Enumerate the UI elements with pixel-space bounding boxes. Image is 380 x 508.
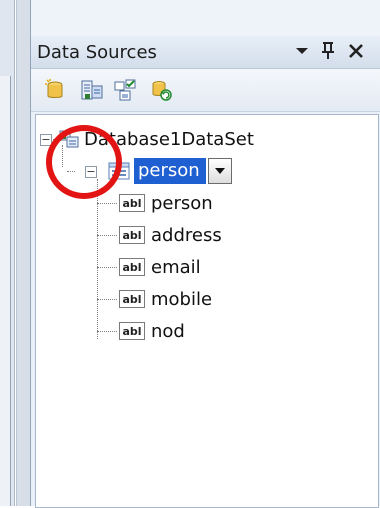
panel-toolbar <box>31 69 380 112</box>
textbox-icon: abl <box>119 322 145 340</box>
textbox-icon: abl <box>119 258 145 276</box>
edit-dataset-designer-icon[interactable] <box>79 78 103 102</box>
add-data-source-icon[interactable] <box>43 78 67 102</box>
data-sources-tree[interactable]: − Database1DataSet − person abl person a… <box>35 114 379 508</box>
panel-header-space <box>31 0 380 36</box>
tree-connector <box>97 203 117 204</box>
panel-title-bar: Data Sources <box>31 36 380 69</box>
tree-node-field[interactable]: abl nod <box>119 317 185 345</box>
tree-node-dataset[interactable]: Database1DataSet <box>58 125 254 153</box>
tree-node-field[interactable]: abl email <box>119 253 201 281</box>
dataset-label: Database1DataSet <box>84 128 254 150</box>
tree-node-field[interactable]: abl address <box>119 221 222 249</box>
close-icon[interactable] <box>345 38 367 64</box>
dataset-icon <box>59 130 79 148</box>
field-label: person <box>151 192 213 214</box>
tree-node-field[interactable]: abl mobile <box>119 285 212 313</box>
textbox-icon: abl <box>119 194 145 212</box>
dropdown-arrow-icon[interactable] <box>291 38 313 64</box>
field-label: nod <box>151 320 185 342</box>
tree-node-field[interactable]: abl person <box>119 189 213 217</box>
pin-icon[interactable] <box>317 38 339 64</box>
tree-connector <box>97 235 117 236</box>
collapse-toggle[interactable]: − <box>40 134 52 146</box>
tree-connector <box>67 171 75 172</box>
tree-connector <box>97 331 117 332</box>
collapse-toggle[interactable]: − <box>85 166 97 178</box>
textbox-icon: abl <box>119 290 145 308</box>
configure-dataset-wizard-icon[interactable] <box>113 78 137 102</box>
data-sources-panel: Data Sources − Database1DataSet − person… <box>30 0 380 508</box>
field-label: mobile <box>151 288 213 310</box>
tree-connector <box>97 267 117 268</box>
left-dock-inner <box>0 76 11 506</box>
refresh-icon[interactable] <box>149 78 173 102</box>
left-dock-strip <box>0 0 15 506</box>
textbox-icon: abl <box>119 226 145 244</box>
tree-connector <box>97 299 117 300</box>
tree-node-table[interactable]: person <box>108 157 232 185</box>
table-label: person <box>134 158 206 184</box>
datagridview-icon <box>108 162 130 180</box>
panel-title: Data Sources <box>37 42 157 63</box>
chevron-down-icon[interactable] <box>207 158 232 184</box>
field-label: email <box>151 256 201 278</box>
field-label: address <box>151 224 222 246</box>
